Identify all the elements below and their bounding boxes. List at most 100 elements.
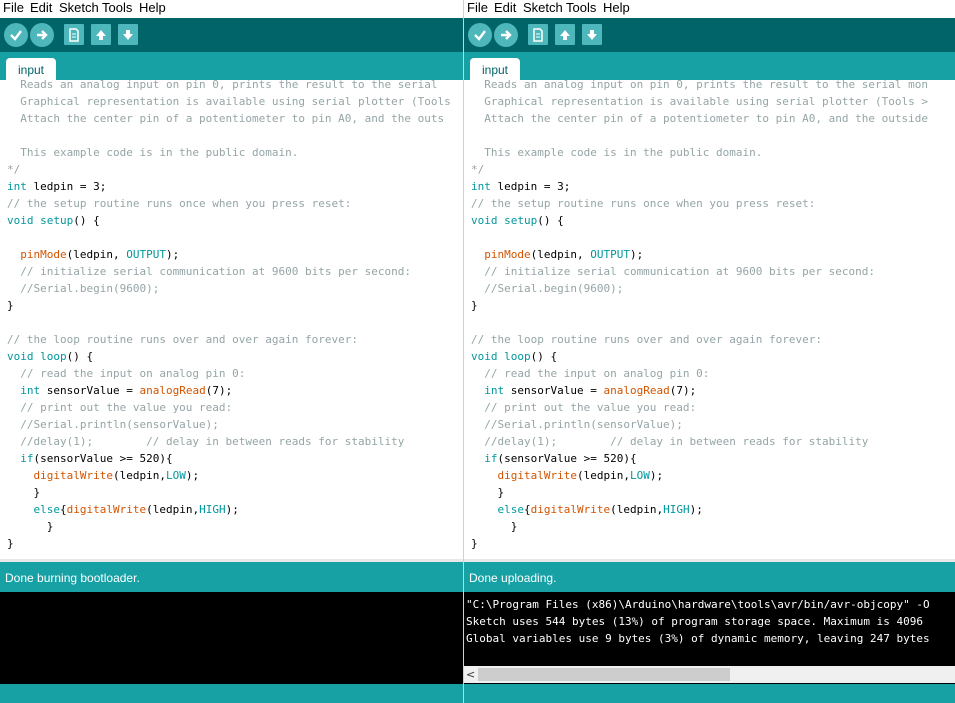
new-button[interactable] [528, 24, 548, 45]
menu-help[interactable]: Help [139, 0, 166, 16]
code-token: (ledpin, [112, 469, 166, 482]
code-token: analogRead [603, 384, 670, 397]
code-token: HIGH [199, 503, 226, 516]
code-line: Attach the center pin of a potentiometer… [471, 110, 928, 127]
code-token: ledpin = 3; [26, 180, 107, 193]
console-output[interactable] [0, 592, 464, 684]
code-line: int ledpin = 3; [471, 178, 928, 195]
code-editor[interactable]: Reads an analog input on pin 0, prints t… [0, 80, 464, 556]
upload-button[interactable] [30, 23, 54, 47]
console-line: Global variables use 9 bytes (3%) of dyn… [466, 632, 930, 645]
menu-sketch[interactable]: Sketch [59, 0, 99, 16]
code-line: else{digitalWrite(ledpin,HIGH); [471, 501, 928, 518]
code-line: // print out the value you read: [471, 399, 928, 416]
tab-input[interactable]: input [6, 58, 56, 82]
code-token: (ledpin, [66, 248, 127, 261]
code-token: () { [73, 214, 100, 227]
code-line: */ [7, 161, 451, 178]
code-line: } [471, 535, 928, 552]
code-token: } [471, 486, 505, 499]
save-icon [123, 29, 133, 40]
code-token: sensorValue = [40, 384, 140, 397]
code-line: // initialize serial communication at 96… [471, 263, 928, 280]
scroll-left-icon[interactable]: < [466, 666, 475, 683]
code-line: This example code is in the public domai… [7, 144, 451, 161]
code-line: void loop() { [471, 348, 928, 365]
verify-button[interactable] [468, 23, 492, 47]
code-token: This example code is in the public domai… [7, 146, 299, 159]
code-token: void [471, 214, 498, 227]
code-token: } [7, 520, 54, 533]
menu-sketch[interactable]: Sketch [523, 0, 563, 16]
code-line: // initialize serial communication at 96… [7, 263, 451, 280]
code-token: else [33, 503, 61, 516]
open-button[interactable] [91, 24, 111, 45]
code-token: Attach the center pin of a potentiometer… [471, 112, 928, 125]
code-token: */ [7, 163, 21, 176]
code-token: else [497, 503, 525, 516]
menu-tools[interactable]: Tools [102, 0, 132, 16]
code-token: loop [504, 350, 531, 363]
code-text: Reads an analog input on pin 0, prints t… [471, 80, 928, 552]
code-token: } [471, 537, 478, 550]
footer-bar [464, 684, 955, 703]
code-token: ); [629, 248, 644, 261]
menu-file[interactable]: File [3, 0, 24, 16]
code-editor[interactable]: Reads an analog input on pin 0, prints t… [464, 80, 955, 556]
upload-button[interactable] [494, 23, 518, 47]
code-token: digitalWrite [530, 503, 611, 516]
menu-bar: File Edit Sketch Tools Help [0, 0, 464, 16]
code-token: { [524, 503, 531, 516]
code-line: //Serial.begin(9600); [471, 280, 928, 297]
scrollbar-thumb[interactable] [478, 668, 730, 681]
code-token: //Serial.println(sensorValue); [471, 418, 683, 431]
code-token: // initialize serial communication at 96… [7, 265, 411, 278]
code-token: () { [66, 350, 94, 363]
tab-strip: input [0, 52, 464, 82]
menu-help[interactable]: Help [603, 0, 630, 16]
code-token: digitalWrite [497, 469, 577, 482]
code-line: pinMode(ledpin, OUTPUT); [7, 246, 451, 263]
save-button[interactable] [118, 24, 138, 45]
menu-edit[interactable]: Edit [494, 0, 516, 16]
toolbar [464, 18, 955, 52]
verify-button[interactable] [4, 23, 28, 47]
code-token: digitalWrite [66, 503, 147, 516]
new-icon [69, 27, 79, 42]
code-line: Reads an analog input on pin 0, prints t… [7, 80, 451, 93]
code-token: // initialize serial communication at 96… [471, 265, 875, 278]
menu-edit[interactable]: Edit [30, 0, 52, 16]
code-token: } [471, 299, 478, 312]
code-line: // the setup routine runs once when you … [471, 195, 928, 212]
code-line: } [7, 518, 451, 535]
new-button[interactable] [64, 24, 84, 45]
code-token: */ [471, 163, 485, 176]
console-text: "C:\Program Files (x86)\Arduino\hardware… [466, 596, 930, 647]
code-line: // the setup routine runs once when you … [7, 195, 451, 212]
code-token: (7); [205, 384, 233, 397]
code-token: // print out the value you read: [471, 401, 697, 414]
menu-tools[interactable]: Tools [566, 0, 596, 16]
open-button[interactable] [555, 24, 575, 45]
code-token: setup [504, 214, 538, 227]
tab-input[interactable]: input [470, 58, 520, 82]
code-token: } [7, 486, 41, 499]
status-message: Done burning bootloader. [5, 571, 140, 585]
code-token: (7); [669, 384, 697, 397]
console-horizontal-scrollbar[interactable]: < [464, 666, 955, 683]
code-token: analogRead [139, 384, 206, 397]
code-line: digitalWrite(ledpin,LOW); [7, 467, 451, 484]
menu-file[interactable]: File [467, 0, 488, 16]
code-token: (sensorValue >= 520){ [33, 452, 173, 465]
code-token: //delay(1); // delay in between reads fo… [471, 435, 869, 448]
code-token: pinMode [20, 248, 67, 261]
code-token: pinMode [484, 248, 531, 261]
code-token: This example code is in the public domai… [471, 146, 763, 159]
save-button[interactable] [582, 24, 602, 45]
open-icon [560, 29, 570, 40]
